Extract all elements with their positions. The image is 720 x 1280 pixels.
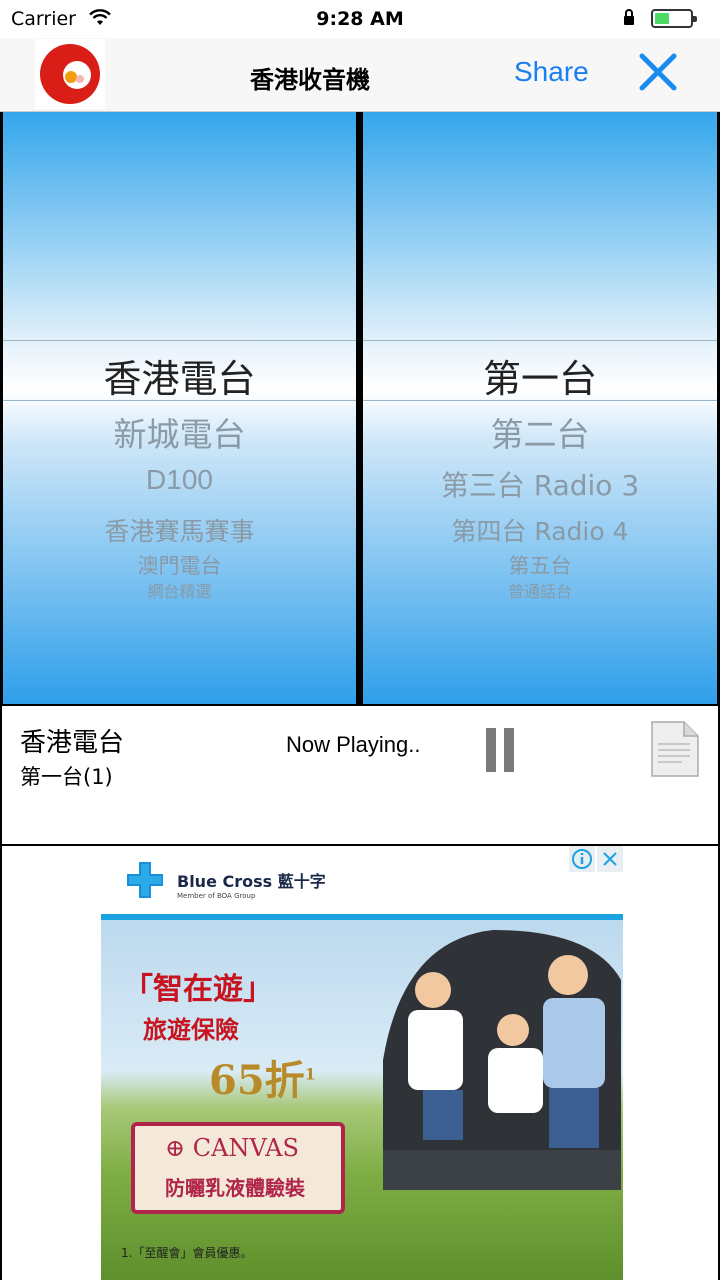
ad-canvas-title-text: CANVAS: [192, 1134, 299, 1162]
picker-item[interactable]: 普通話台: [363, 578, 717, 602]
ad-slogan: 「智在遊」: [123, 972, 273, 1007]
picker-item[interactable]: 第三台 Radio 3: [363, 464, 717, 504]
ad-info-icon[interactable]: [569, 846, 595, 872]
station-picker[interactable]: 香港電台 新城電台 D100 香港賽馬賽事 澳門電台 網台精選: [3, 112, 356, 704]
ad-discount-note: 1: [304, 1064, 316, 1084]
family-car-illustration: [383, 930, 621, 1190]
picker-item[interactable]: 新城電台: [3, 408, 356, 456]
picker-item[interactable]: 第五台: [363, 550, 717, 580]
picker-item[interactable]: 網台精選: [3, 578, 356, 602]
app-logo: [35, 39, 105, 109]
picker-item[interactable]: 第四台 Radio 4: [363, 512, 717, 548]
banner-ad[interactable]: Blue Cross 藍十字 Member of BOA Group 「智在遊」…: [101, 846, 623, 1280]
blue-cross-logo: [127, 862, 163, 898]
ad-canvas-subtitle: 防曬乳液體驗裝: [165, 1176, 305, 1200]
channel-picker[interactable]: 第一台 第二台 第三台 Radio 3 第四台 Radio 4 第五台 普通話台: [363, 112, 717, 704]
ad-header: Blue Cross 藍十字 Member of BOA Group: [101, 846, 623, 914]
battery-icon: [651, 9, 697, 28]
playback-status: Now Playing..: [286, 732, 421, 757]
picker-item[interactable]: 第二台: [363, 408, 717, 456]
playing-station: 香港電台: [20, 728, 125, 758]
picker-selected-station[interactable]: 香港電台: [3, 348, 356, 403]
pause-button[interactable]: [486, 728, 516, 772]
ad-brand: Blue Cross 藍十字: [177, 872, 326, 891]
ad-tagline: Member of BOA Group: [177, 892, 256, 900]
playing-channel: 第一台(1): [20, 765, 113, 789]
ad-controls: [569, 846, 623, 872]
clock: 9:28 AM: [316, 8, 404, 30]
pause-icon: [486, 728, 496, 772]
navigation-bar: 香港收音機 Share: [0, 38, 720, 112]
page-title: 香港收音機: [250, 66, 370, 94]
ad-discount: 65折1: [209, 1048, 316, 1106]
picker-divider: [356, 112, 363, 704]
selection-line-top: [3, 340, 356, 341]
orientation-lock-icon: [624, 9, 634, 25]
ad-close-icon[interactable]: [597, 846, 623, 872]
close-icon[interactable]: [638, 52, 678, 92]
share-button[interactable]: Share: [514, 56, 589, 88]
document-icon[interactable]: [650, 720, 700, 778]
selection-line-top: [363, 340, 717, 341]
ad-product: 旅遊保險: [143, 1016, 239, 1044]
now-playing-panel: 香港電台 第一台(1) Now Playing..: [0, 704, 720, 846]
picker-item[interactable]: D100: [3, 464, 356, 496]
picker-item[interactable]: 香港賽馬賽事: [3, 512, 356, 548]
ad-discount-value: 65折: [209, 1057, 305, 1104]
status-bar: Carrier 9:28 AM: [0, 0, 720, 38]
picker-item[interactable]: 澳門電台: [3, 550, 356, 580]
ad-canvas-title: ⊕ CANVAS: [165, 1134, 299, 1162]
ad-canvas-scroll: ⊕ CANVAS 防曬乳液體驗裝: [131, 1122, 345, 1214]
picker-selected-channel[interactable]: 第一台: [363, 348, 717, 403]
ad-footnote: 1.「至醒會」會員優惠。: [121, 1246, 253, 1260]
ad-area: Blue Cross 藍十字 Member of BOA Group 「智在遊」…: [0, 846, 720, 1280]
pause-icon: [504, 728, 514, 772]
